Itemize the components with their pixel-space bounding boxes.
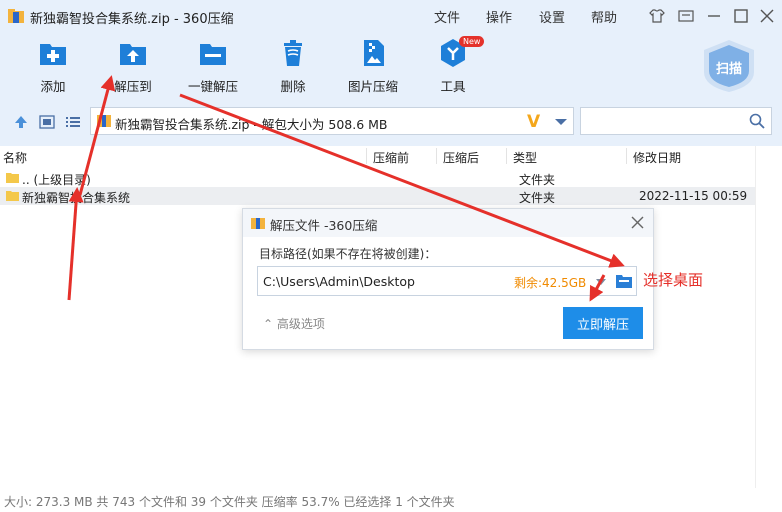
annotation-arrow [67,187,84,301]
maximize-icon[interactable] [731,6,751,26]
add-icon [40,44,66,65]
row-date: 2022-11-15 00:59 [639,189,748,203]
browse-folder-icon[interactable] [616,274,632,288]
close-icon[interactable] [757,6,777,26]
chevron-down-icon[interactable] [596,279,606,285]
extract-to-button[interactable]: 解压到 [103,38,163,95]
table-row[interactable]: .. (上级目录) 文件夹 [0,169,755,187]
target-path-label: 目标路径(如果不存在将被创建)： [259,247,437,261]
free-space: 剩余:42.5GB [514,276,587,290]
view-detail-icon[interactable] [39,114,55,130]
add-label: 添加 [40,79,66,94]
col-after[interactable]: 压缩后 [443,149,479,166]
title-bar: 新独霸智投合集系统.zip - 360压缩 文件 操作 设置 帮助 [0,0,782,32]
app-logo-icon [8,9,24,23]
menu-settings[interactable]: 设置 [539,7,565,26]
image-compress-label: 图片压缩 [347,79,398,94]
toolbar: 添加 解压到 一键解压 删除 图片压缩 New 工具 扫描 [0,32,782,98]
close-icon[interactable] [631,216,644,229]
extract-to-icon [120,44,146,65]
folder-icon [6,173,19,183]
row-type: 文件夹 [519,173,556,187]
advanced-options-label: 高级选项 [276,317,325,331]
col-type[interactable]: 类型 [513,149,537,166]
target-path-field[interactable]: C:\Users\Admin\Desktop 剩余:42.5GB [257,266,637,296]
tools-label: 工具 [440,79,466,94]
skin-icon[interactable] [647,6,667,26]
one-click-extract-label: 一键解压 [187,79,238,94]
add-button[interactable]: 添加 [23,38,83,95]
row-name: .. (上级目录) [22,173,91,187]
address-field[interactable]: 新独霸智投合集系统.zip - 解包大小为 508.6 MB V [90,107,574,135]
menu-help[interactable]: 帮助 [591,7,617,26]
chevron-down-icon[interactable] [555,119,567,125]
trash-icon [284,40,302,66]
col-divider [506,148,507,164]
row-name: 新独霸智投合集系统 [22,191,131,205]
table-row[interactable]: 新独霸智投合集系统 文件夹 2022-11-15 00:59 [0,187,755,205]
minimize-icon[interactable] [704,6,724,26]
col-date[interactable]: 修改日期 [633,149,681,166]
col-before[interactable]: 压缩前 [373,149,409,166]
folder-icon [6,191,19,201]
col-divider [626,148,627,164]
scan-button[interactable]: 扫描 [700,38,758,94]
search-icon[interactable] [749,113,765,129]
col-divider [366,148,367,164]
v-logo-icon: V [527,112,541,132]
status-bar: 大小: 273.3 MB 共 743 个文件和 39 个文件夹 压缩率 53.7… [0,488,782,512]
delete-label: 删除 [280,79,306,94]
app-logo-icon [251,218,265,229]
image-compress-button[interactable]: 图片压缩 [343,38,403,95]
scrollbar[interactable] [755,146,782,488]
menu-file[interactable]: 文件 [434,7,460,26]
tools-button[interactable]: New 工具 [423,36,485,95]
view-list-icon[interactable] [65,114,81,130]
one-click-extract-icon [200,44,226,65]
target-path-value[interactable]: C:\Users\Admin\Desktop [263,274,415,289]
address-path: 新独霸智投合集系统.zip - 解包大小为 508.6 MB [115,117,388,132]
extract-to-label: 解压到 [114,79,152,94]
window-title: 新独霸智投合集系统.zip - 360压缩 [30,12,234,27]
col-divider [436,148,437,164]
list-header: 名称 压缩前 压缩后 类型 修改日期 [0,146,782,166]
new-badge: New [459,36,485,47]
extract-now-button[interactable]: 立即解压 [563,307,643,339]
zip-file-icon [97,115,111,127]
extract-dialog: 解压文件 -360压缩 目标路径(如果不存在将被创建)： C:\Users\Ad… [242,208,654,350]
advanced-options-toggle[interactable]: ⌃ 高级选项 [263,315,325,332]
image-compress-icon [364,40,384,66]
delete-button[interactable]: 删除 [263,38,323,95]
dialog-title: 解压文件 -360压缩 [270,218,378,233]
row-type: 文件夹 [519,191,556,205]
status-text: 大小: 273.3 MB 共 743 个文件和 39 个文件夹 压缩率 53.7… [4,495,455,509]
address-bar: 新独霸智投合集系统.zip - 解包大小为 508.6 MB V [0,98,782,146]
col-name[interactable]: 名称 [3,149,27,166]
search-input[interactable] [580,107,772,135]
scan-label: 扫描 [715,62,742,77]
annotation-text: 选择桌面 [643,271,704,289]
one-click-extract-button[interactable]: 一键解压 [183,38,243,95]
menu-operation[interactable]: 操作 [486,7,512,26]
dialog-header: 解压文件 -360压缩 [243,209,653,237]
up-arrow-icon[interactable] [13,114,29,130]
menu-icon[interactable] [676,6,696,26]
